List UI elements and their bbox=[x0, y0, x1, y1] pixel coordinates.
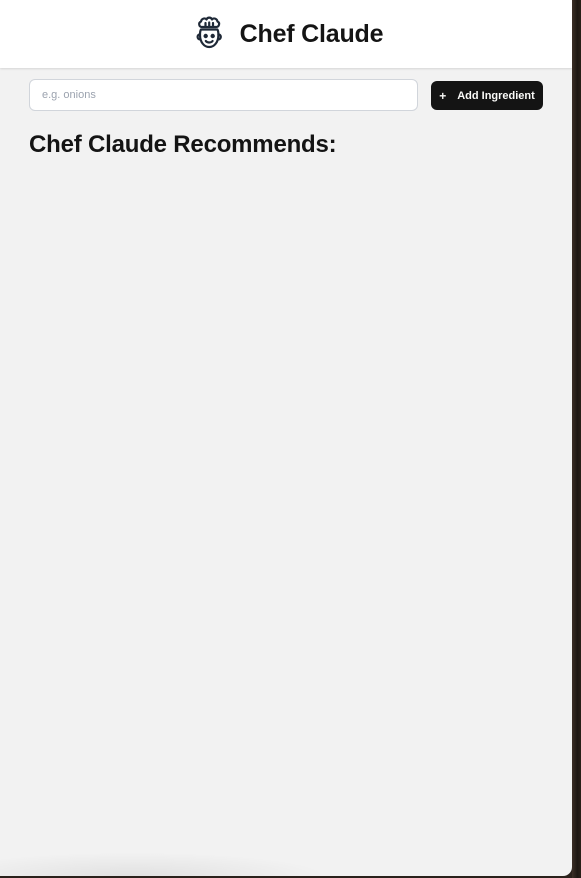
add-ingredient-button-label: Add Ingredient bbox=[457, 89, 535, 102]
app-title: Chef Claude bbox=[239, 19, 384, 48]
add-ingredient-button[interactable]: + Add Ingredient bbox=[431, 81, 543, 110]
add-ingredient-form: + Add Ingredient bbox=[29, 79, 543, 112]
chef-logo-icon bbox=[189, 14, 229, 54]
plus-icon: + bbox=[439, 88, 447, 103]
app-window: Chef Claude + Add Ingredient Chef Claude… bbox=[0, 0, 572, 876]
ingredient-input[interactable] bbox=[29, 79, 418, 111]
app-header: Chef Claude bbox=[0, 0, 572, 68]
bottom-shadow bbox=[0, 852, 330, 876]
recommendations-heading: Chef Claude Recommends: bbox=[29, 131, 337, 158]
desktop-background-edge bbox=[572, 0, 581, 878]
